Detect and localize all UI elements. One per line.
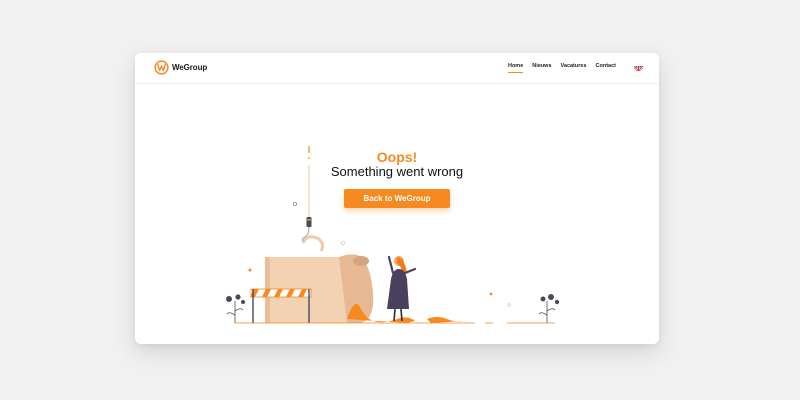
nav-contact[interactable]: Contact [596,63,616,73]
navbar: WeGroup Home Nieuws Vacatures Contact [135,53,659,84]
error-message: Something went wrong [330,164,464,179]
uk-flag-icon[interactable] [634,62,643,71]
wegroup-logo-icon [154,60,169,75]
error-title: Oops! [376,149,418,165]
nav-home[interactable]: Home [507,63,524,73]
construction-error-illustration [226,146,560,324]
brand-name: WeGroup [172,63,208,72]
back-to-wegroup-button[interactable]: Back to WeGroup [344,189,450,208]
brand[interactable]: WeGroup [154,60,207,75]
browser-window: WeGroup Home Nieuws Vacatures Contact Oo… [135,53,659,344]
main-nav: Home Nieuws Vacatures Contact [507,63,616,73]
nav-vacatures[interactable]: Vacatures [561,63,587,73]
nav-nieuws[interactable]: Nieuws [532,63,551,73]
error-content: Oops! Something went wrong Back to WeGro… [135,83,659,344]
